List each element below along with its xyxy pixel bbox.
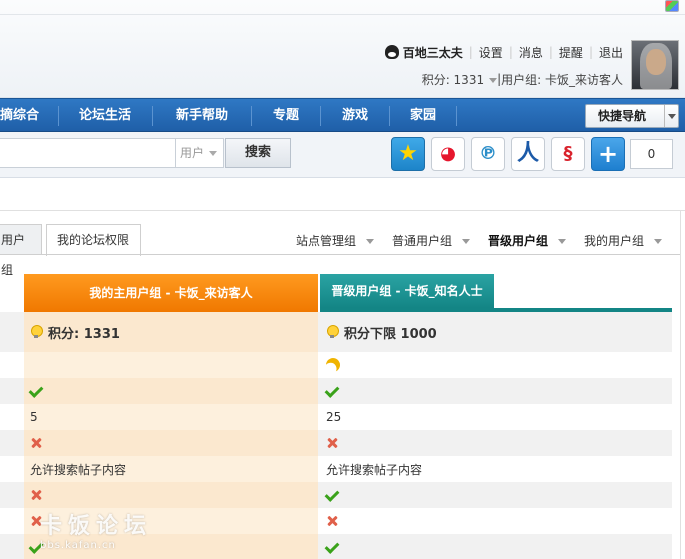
search-input[interactable] <box>0 138 176 168</box>
watermark: 卡饭论坛 bbs.kafan.cn <box>40 514 153 551</box>
table-row <box>0 352 672 378</box>
cross-icon <box>30 489 42 501</box>
weibo-share-button[interactable]: ◕ <box>431 137 465 171</box>
table-row <box>0 378 672 404</box>
chevron-down-icon <box>366 239 375 244</box>
check-icon <box>326 542 340 552</box>
moon-rank-icon <box>323 355 342 374</box>
column-header-promotion-group[interactable]: 晋级用户组 - 卡饭_知名人士 <box>320 274 494 308</box>
quick-nav-button[interactable]: 快捷导航 <box>585 104 679 128</box>
renren-icon: 人 <box>516 141 539 166</box>
more-share-button[interactable]: + <box>591 137 625 171</box>
check-icon <box>326 490 340 500</box>
chevron-down-icon <box>558 239 567 244</box>
color-picker-icon[interactable] <box>665 0 679 12</box>
messages-link[interactable]: 消息 <box>519 44 543 61</box>
column-header-my-group: 我的主用户组 - 卡饭_来访客人 <box>24 274 318 312</box>
check-icon <box>326 386 340 396</box>
tab-user-groups[interactable]: 用户组 <box>0 224 42 277</box>
chevron-down-icon <box>664 105 678 127</box>
cross-icon <box>326 437 338 449</box>
table-row: 允许搜索帖子内容 允许搜索帖子内容 <box>0 456 672 482</box>
logout-link[interactable]: 退出 <box>599 44 623 61</box>
search-button[interactable]: 搜索 <box>225 138 291 168</box>
kaixin-share-button[interactable]: § <box>551 137 585 171</box>
nav-item-newbie-help[interactable]: 新手帮助 <box>154 99 250 132</box>
qzone-share-button[interactable]: ★ <box>391 137 425 171</box>
lightbulb-icon <box>326 325 339 339</box>
nav-item-general[interactable]: 摘综合 <box>0 99 56 132</box>
renren-share-button[interactable]: 人 <box>511 137 545 171</box>
weibo-icon: ◕ <box>440 143 456 164</box>
tencent-weibo-icon: ℗ <box>479 143 497 164</box>
share-counter: 0 <box>630 139 673 169</box>
cross-icon <box>326 515 338 527</box>
nav-item-home[interactable]: 家园 <box>391 99 455 132</box>
points-dropdown[interactable]: 积分: 1331 <box>422 71 498 88</box>
chevron-down-icon <box>462 239 471 244</box>
user-group-link[interactable]: 用户组: 卡饭_来访客人 <box>501 71 623 88</box>
username-link[interactable]: 百地三太夫 <box>403 44 463 61</box>
divider <box>680 210 681 559</box>
tab-my-permissions[interactable]: 我的论坛权限 <box>46 224 141 256</box>
cross-icon <box>30 437 42 449</box>
check-icon <box>30 386 44 396</box>
table-row <box>0 430 672 456</box>
chevron-down-icon <box>489 77 498 83</box>
notifications-link[interactable]: 提醒 <box>559 44 583 61</box>
tencent-weibo-share-button[interactable]: ℗ <box>471 137 505 171</box>
user-info: 积分: 1331 | 用户组: 卡饭_来访客人 <box>421 71 623 88</box>
divider <box>0 14 685 15</box>
chevron-down-icon <box>209 151 218 156</box>
chevron-down-icon <box>654 239 663 244</box>
avatar[interactable] <box>631 40 679 90</box>
table-row <box>0 482 672 508</box>
nav-item-games[interactable]: 游戏 <box>322 99 388 132</box>
qq-penguin-icon <box>384 45 399 59</box>
kaixin-icon: § <box>563 143 573 164</box>
main-nav: 摘综合 论坛生活 新手帮助 专题 游戏 家园 快捷导航 <box>0 98 685 132</box>
top-header: 百地三太夫 | 设置 | 消息 | 提醒 | 退出 积分: 1331 | 用户组… <box>0 0 685 98</box>
nav-item-forum-life[interactable]: 论坛生活 <box>60 99 150 132</box>
user-links: 百地三太夫 | 设置 | 消息 | 提醒 | 退出 <box>384 44 623 61</box>
nav-item-topics[interactable]: 专题 <box>253 99 319 132</box>
table-row: 5 25 <box>0 404 672 430</box>
table-row: 积分: 1331 积分下限 1000 <box>0 312 672 352</box>
group-link-site-admin[interactable]: 站点管理组 <box>296 232 375 248</box>
star-icon: ★ <box>398 141 418 166</box>
divider <box>0 210 685 211</box>
divider <box>0 254 680 255</box>
plus-icon: + <box>597 140 619 168</box>
group-link-promotion[interactable]: 晋级用户组 <box>488 232 567 248</box>
group-link-my-groups[interactable]: 我的用户组 <box>584 232 663 248</box>
search-type-select[interactable]: 用户 <box>176 138 224 168</box>
lightbulb-icon <box>30 325 43 339</box>
group-link-regular[interactable]: 普通用户组 <box>392 232 471 248</box>
settings-link[interactable]: 设置 <box>479 44 503 61</box>
